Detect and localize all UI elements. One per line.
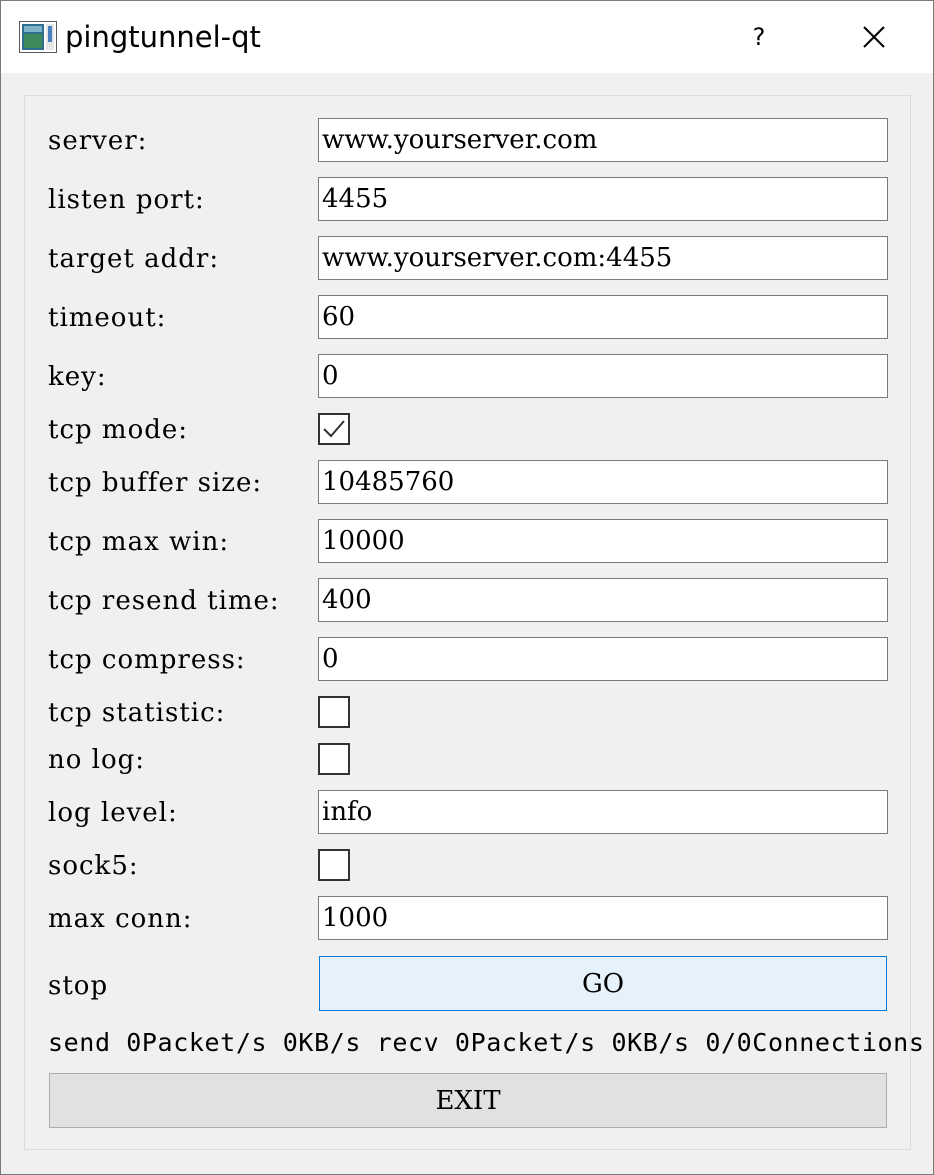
go-button[interactable]: GO — [319, 956, 887, 1011]
close-button[interactable] — [829, 1, 919, 73]
run-state-label: stop — [48, 971, 109, 1001]
tcp-statistic-checkbox[interactable] — [318, 696, 350, 728]
tcp-buffer-size-label: tcp buffer size: — [48, 468, 263, 498]
target-addr-label: target addr: — [48, 244, 220, 274]
timeout-input[interactable]: 60 — [318, 295, 888, 339]
log-level-label: log level: — [48, 798, 178, 828]
target-addr-input[interactable]: www.yourserver.com:4455 — [318, 236, 888, 280]
listen-port-input[interactable]: 4455 — [318, 177, 888, 221]
tcp-compress-label: tcp compress: — [48, 645, 246, 675]
traffic-status: send 0Packet/s 0KB/s recv 0Packet/s 0KB/… — [48, 1028, 925, 1057]
server-label: server: — [48, 126, 148, 156]
help-button[interactable]: ? — [714, 1, 804, 73]
no-log-checkbox[interactable] — [318, 743, 350, 775]
window-title: pingtunnel-qt — [65, 20, 261, 54]
tcp-resend-time-label: tcp resend time: — [48, 586, 280, 616]
tcp-mode-checkbox[interactable] — [318, 413, 350, 445]
window-app-icon — [19, 21, 57, 53]
server-input[interactable]: www.yourserver.com — [318, 118, 888, 162]
tcp-resend-time-input[interactable]: 400 — [318, 578, 888, 622]
log-level-input[interactable]: info — [318, 790, 888, 834]
sock5-checkbox[interactable] — [318, 849, 350, 881]
max-conn-label: max conn: — [48, 904, 193, 934]
tcp-statistic-label: tcp statistic: — [48, 698, 226, 728]
tcp-max-win-label: tcp max win: — [48, 527, 230, 557]
pingtunnel-window: pingtunnel-qt ? server: www.yourserver.c… — [0, 0, 934, 1175]
help-icon: ? — [752, 23, 766, 51]
listen-port-label: listen port: — [48, 185, 205, 215]
tcp-max-win-input[interactable]: 10000 — [318, 519, 888, 563]
title-bar: pingtunnel-qt ? — [1, 1, 933, 73]
max-conn-input[interactable]: 1000 — [318, 896, 888, 940]
close-icon — [863, 26, 885, 48]
no-log-label: no log: — [48, 745, 146, 775]
key-input[interactable]: 0 — [318, 354, 888, 398]
key-label: key: — [48, 362, 107, 392]
exit-button[interactable]: EXIT — [49, 1073, 887, 1128]
tcp-buffer-size-input[interactable]: 10485760 — [318, 460, 888, 504]
timeout-label: timeout: — [48, 303, 167, 333]
sock5-label: sock5: — [48, 851, 139, 881]
tcp-compress-input[interactable]: 0 — [318, 637, 888, 681]
tcp-mode-label: tcp mode: — [48, 415, 189, 445]
checkmark-icon — [323, 420, 345, 438]
